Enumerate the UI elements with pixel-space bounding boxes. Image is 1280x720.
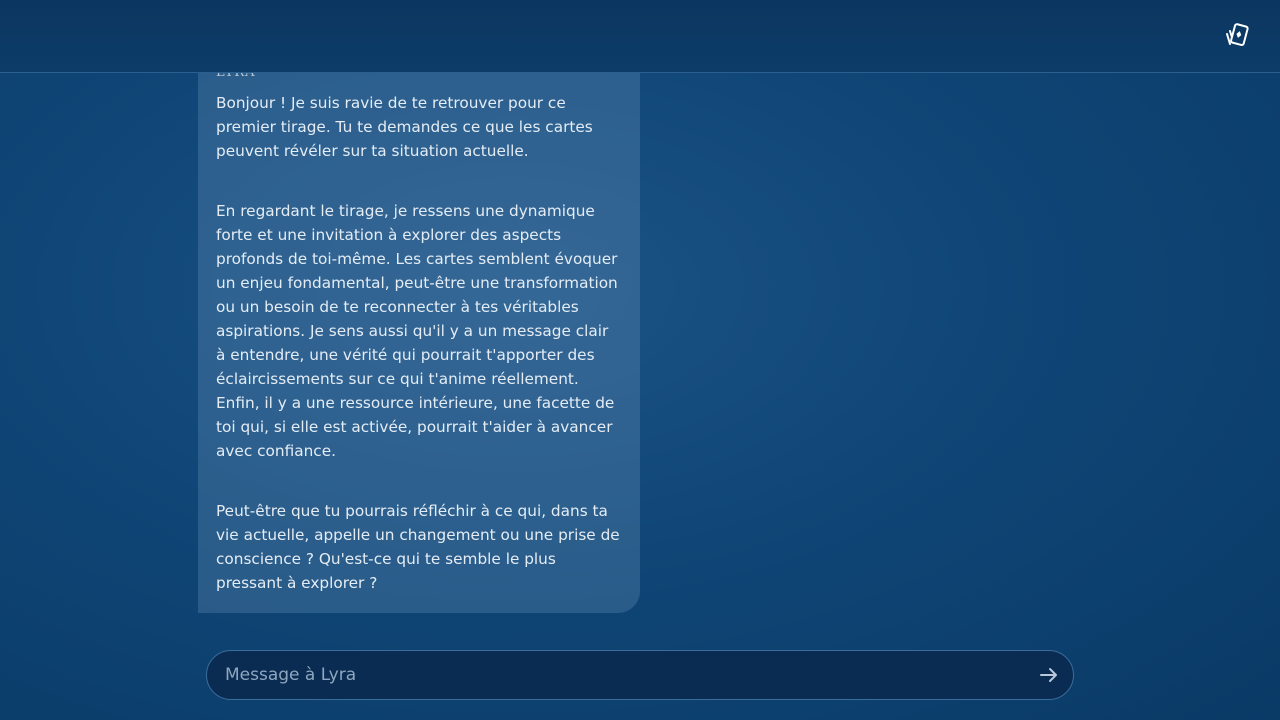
message-paragraph-3: Peut-être que tu pourrais réfléchir à ce… [216, 502, 620, 592]
message-paragraph-2: En regardant le tirage, je ressens une d… [216, 202, 618, 460]
assistant-message-bubble: LYRA Bonjour ! Je suis ravie de te retro… [198, 40, 640, 613]
message-input[interactable] [225, 651, 1025, 699]
message-paragraph-1: Bonjour ! Je suis ravie de te retrouver … [216, 94, 593, 160]
arrow-right-icon [1040, 668, 1057, 682]
send-button[interactable] [1037, 663, 1061, 687]
message-composer [206, 650, 1074, 700]
message-text: Bonjour ! Je suis ravie de te retrouver … [216, 91, 622, 631]
top-bar [0, 0, 1280, 73]
cards-icon[interactable] [1222, 22, 1250, 50]
